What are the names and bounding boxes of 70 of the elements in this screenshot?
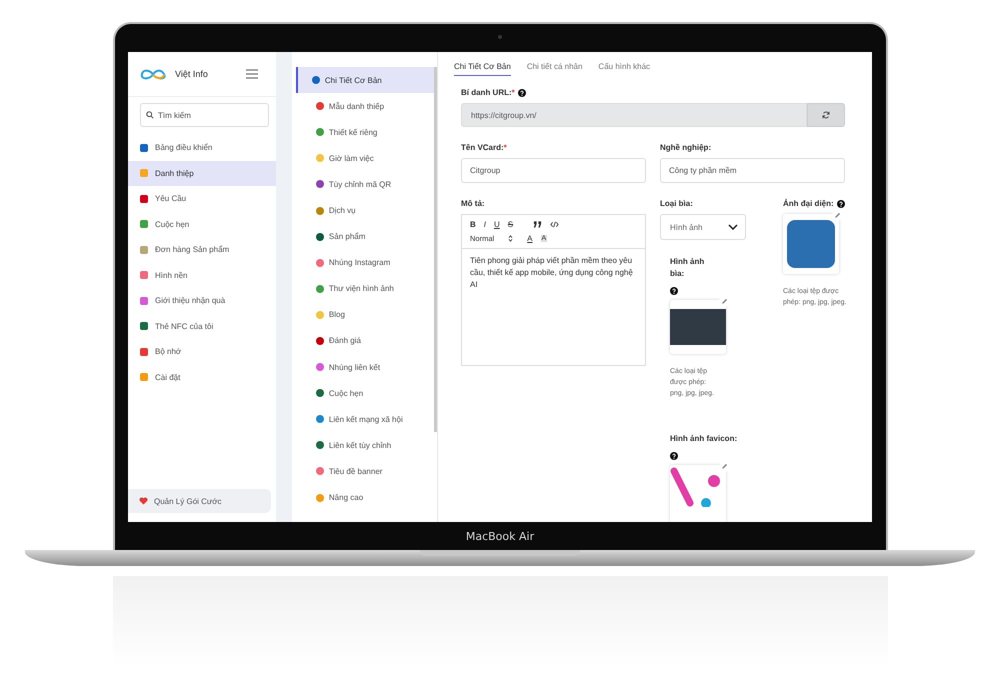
section-item[interactable]: Cuộc hẹn <box>296 380 434 406</box>
section-item[interactable]: Tùy chỉnh mã QR <box>296 171 434 198</box>
sidebar-item[interactable]: Giới thiệu nhận quà <box>128 288 276 314</box>
code-icon[interactable] <box>550 221 560 228</box>
cover-type-dropdown[interactable]: Hình ảnh <box>660 214 746 240</box>
plan-management-item[interactable]: Quản Lý Gói Cước <box>128 489 271 513</box>
description-text[interactable]: Tiên phong giải pháp viết phần mềm theo yêu cầu, thiết kế app mobile, ứng dụng công nghệ AI <box>462 249 645 297</box>
text-color-button[interactable]: A <box>527 234 533 243</box>
field-label: Hình ảnh favicon: <box>670 432 738 445</box>
section-item[interactable]: Blog <box>296 302 434 328</box>
refresh-icon <box>822 111 830 119</box>
camera-icon <box>498 35 502 39</box>
section-item[interactable]: Liên kết tùy chỉnh <box>296 432 434 458</box>
section-item[interactable]: Chi Tiết Cơ Bản <box>296 67 434 94</box>
bold-button[interactable]: B <box>470 220 476 229</box>
sidebar-item[interactable]: Thẻ NFC của tôi <box>128 314 276 339</box>
laptop-model-label: MacBook Air <box>466 530 534 542</box>
section-item[interactable]: Tiêu đề banner <box>296 458 434 484</box>
field-label: Ảnh đại diện: <box>783 199 834 208</box>
section-item[interactable]: Liên kết mạng xã hội <box>296 406 434 432</box>
occupation-field[interactable]: Công ty phần mềm <box>660 158 845 183</box>
sidebar-item[interactable]: Cuộc hẹn <box>128 212 276 237</box>
vcard-name-field[interactable]: Citgroup <box>461 158 646 183</box>
updown-icon <box>508 235 514 242</box>
photo-placeholder <box>670 309 726 345</box>
section-item[interactable]: Thư viện hình ảnh <box>296 276 434 302</box>
sidebar-item[interactable]: Cài đặt <box>128 364 276 390</box>
sidebar-item[interactable]: Danh thiệp <box>128 160 276 186</box>
illustration-placeholder <box>787 220 835 268</box>
search-field[interactable]: Tìm kiếm <box>140 103 269 127</box>
help-icon[interactable] <box>670 287 678 295</box>
section-item[interactable]: Giờ làm việc <box>296 145 434 172</box>
field-label: Tên VCard:* <box>461 143 507 152</box>
quote-icon[interactable] <box>533 221 542 228</box>
section-item[interactable]: Sản phẩm <box>296 224 434 250</box>
strikethrough-button[interactable]: S <box>508 220 514 229</box>
section-item[interactable]: Thiết kế riêng <box>296 119 434 146</box>
help-icon[interactable] <box>518 88 526 96</box>
section-item[interactable]: Nâng cao <box>296 484 434 511</box>
infinity-logo-icon <box>139 68 167 80</box>
brand-name: Việt Info <box>175 69 208 79</box>
field-label: Hình ảnh bìa: <box>670 256 706 280</box>
tab[interactable]: Chi tiết cá nhân <box>526 58 582 76</box>
sidebar-item[interactable]: Bộ nhớ <box>128 339 276 364</box>
field-label: Nghề nghiệp: <box>660 143 712 152</box>
tab[interactable]: Cấu hình khác <box>598 58 650 76</box>
field-label: Bí danh URL:* <box>461 88 515 97</box>
section-item[interactable]: Mẫu danh thiếp <box>296 93 434 120</box>
section-item[interactable]: Đánh giá <box>296 328 434 354</box>
url-input-field[interactable]: https://citgroup.vn/ <box>461 103 807 127</box>
menu-icon[interactable] <box>246 69 258 79</box>
pencil-icon[interactable] <box>719 296 730 307</box>
field-label: Mô tả: <box>461 199 485 208</box>
section-item[interactable]: Nhúng liên kết <box>296 354 434 380</box>
section-item[interactable]: Dịch vụ <box>296 197 434 224</box>
sidebar-item[interactable]: Hình nền <box>128 262 276 288</box>
section-item[interactable]: Nhúng Instagram <box>296 250 434 276</box>
sidebar-item[interactable]: Bảng điều khiển <box>128 135 276 160</box>
underline-button[interactable]: U <box>494 220 500 229</box>
sidebar-item[interactable]: Yêu Cầu <box>128 186 276 212</box>
help-icon[interactable] <box>836 200 845 208</box>
field-label: Loại bìa: <box>660 199 693 208</box>
pencil-icon[interactable] <box>719 460 730 472</box>
help-icon[interactable] <box>670 452 678 460</box>
italic-button[interactable]: I <box>484 220 486 229</box>
tab[interactable]: Chi Tiết Cơ Bản <box>454 58 511 76</box>
scrollbar[interactable] <box>434 67 437 432</box>
heart-icon <box>139 497 148 505</box>
sidebar-item[interactable]: Đơn hàng Sản phẩm <box>128 237 276 262</box>
chevron-down-icon <box>728 224 738 230</box>
